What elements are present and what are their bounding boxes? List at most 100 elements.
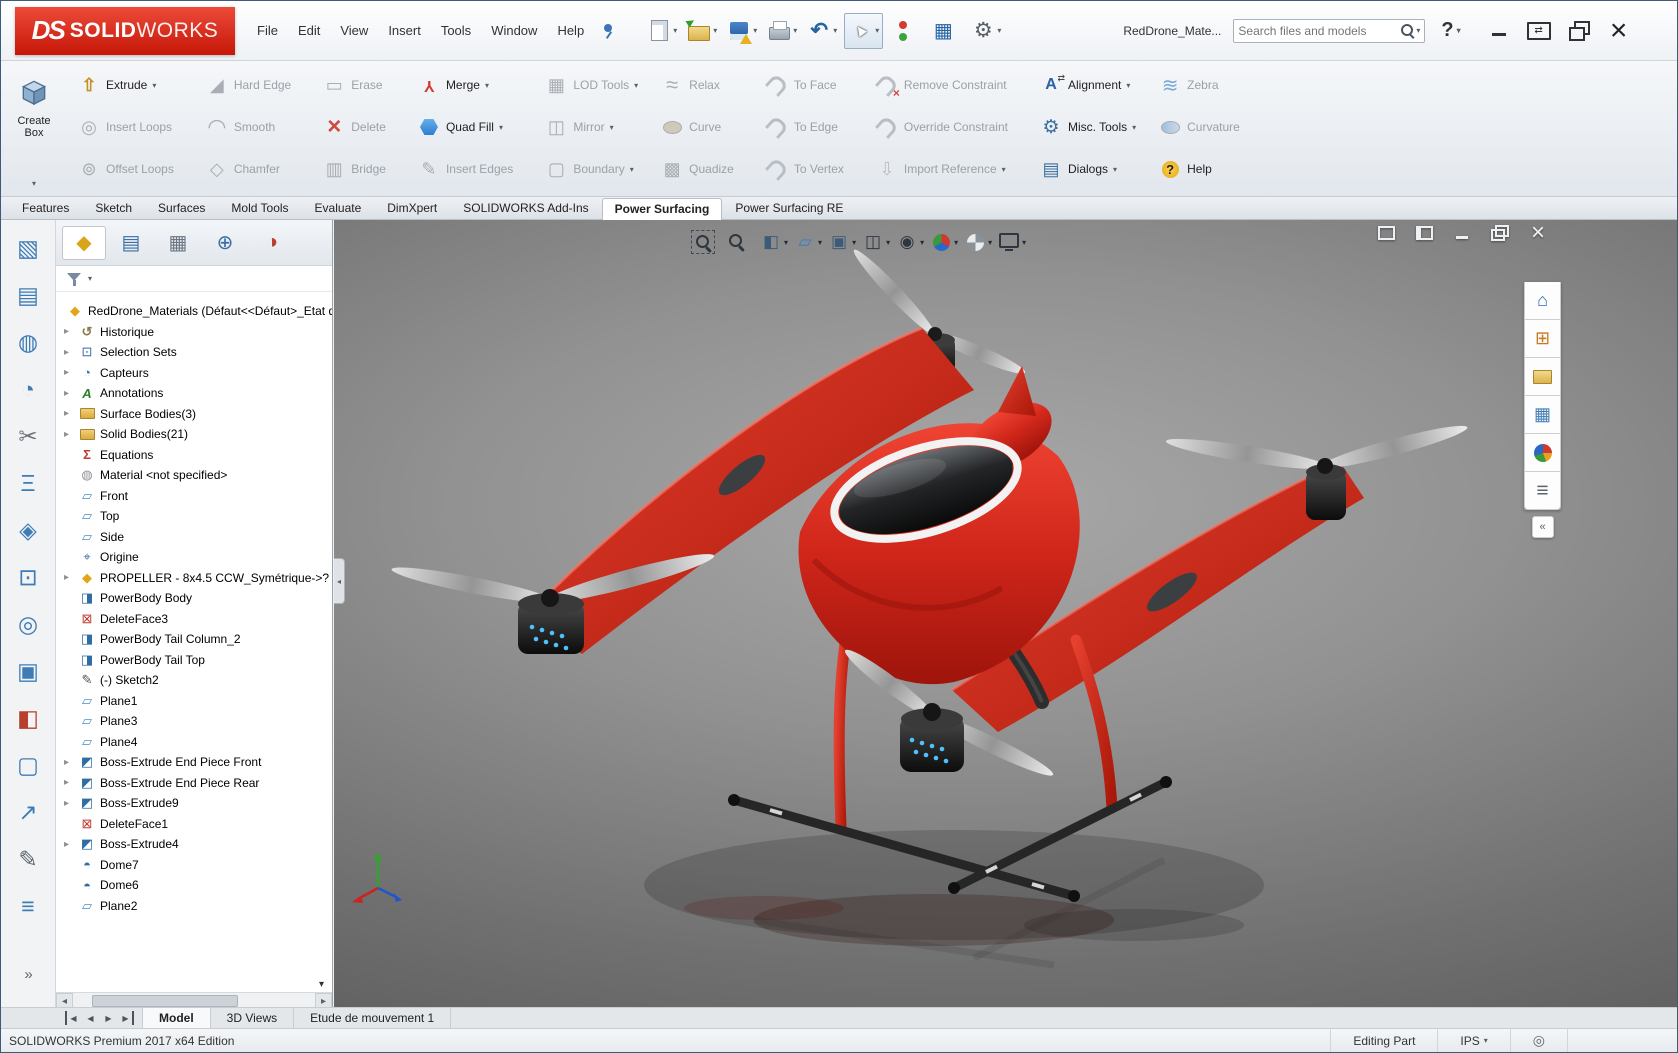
close-window-icon[interactable] xyxy=(1525,222,1551,244)
file-explorer-icon[interactable] xyxy=(1524,358,1561,396)
minimize-window-icon[interactable] xyxy=(1449,222,1475,244)
hud-button[interactable]: ▾ xyxy=(895,230,924,254)
left-tool-button[interactable] xyxy=(8,559,48,595)
hud-button[interactable]: ▾ xyxy=(963,230,992,254)
command-tab[interactable]: Power Surfacing RE xyxy=(722,197,856,219)
ribbon-button[interactable]: Chamfer ▾ xyxy=(199,150,306,188)
ribbon-button[interactable]: Hard Edge ▾ xyxy=(199,66,306,104)
design-library-icon[interactable] xyxy=(1524,320,1561,358)
tree-item[interactable]: ▸ Selection Sets xyxy=(56,342,332,363)
ribbon-button[interactable]: Offset Loops ▾ xyxy=(71,150,189,188)
left-tool-button[interactable] xyxy=(8,841,48,877)
search-icon[interactable] xyxy=(1400,23,1416,39)
command-tab[interactable]: Surfaces xyxy=(145,197,218,219)
left-tool-button[interactable] xyxy=(8,418,48,454)
tree-item[interactable]: ▸ Equations xyxy=(56,445,332,466)
left-tool-button[interactable] xyxy=(8,277,48,313)
hud-button[interactable]: ▾ xyxy=(997,230,1026,254)
dropdown-caret-icon[interactable]: ▾ xyxy=(1022,238,1026,247)
left-tool-button[interactable] xyxy=(8,794,48,830)
dropdown-caret-icon[interactable]: ▾ xyxy=(875,26,879,35)
tree-item[interactable]: ▸ Plane4 xyxy=(56,732,332,753)
create-box-caret-icon[interactable]: ▾ xyxy=(32,179,36,188)
quick-tool-button[interactable]: ▾ xyxy=(764,17,799,45)
hud-button[interactable]: ▾ xyxy=(827,230,856,254)
left-tool-button[interactable] xyxy=(8,465,48,501)
tree-root-item[interactable]: RedDrone_Materials (Défaut<<Défaut>_Etat… xyxy=(56,301,332,322)
feature-tree-filter[interactable]: ▾ xyxy=(56,266,332,292)
propertymanager-icon[interactable] xyxy=(109,226,153,260)
ribbon-button[interactable]: Import Reference ▾ xyxy=(869,150,1023,188)
ribbon-button[interactable]: Extrude ▾ xyxy=(71,66,189,104)
tree-item[interactable]: ▸ Plane2 xyxy=(56,896,332,917)
hud-button[interactable]: ▾ xyxy=(861,230,890,254)
dropdown-caret-icon[interactable]: ▾ xyxy=(920,238,924,247)
command-tab[interactable]: DimXpert xyxy=(374,197,450,219)
dropdown-caret-icon[interactable]: ▾ xyxy=(997,26,1001,35)
expand-arrow-icon[interactable]: ▸ xyxy=(64,388,78,399)
dropdown-caret-icon[interactable]: ▾ xyxy=(610,123,614,132)
search-input[interactable] xyxy=(1238,24,1400,38)
drone-model[interactable] xyxy=(334,220,1678,1009)
ribbon-button[interactable]: Curvature ▾ xyxy=(1152,108,1255,146)
left-tool-button[interactable] xyxy=(8,512,48,548)
dropdown-caret-icon[interactable]: ▾ xyxy=(988,238,992,247)
status-tag-icon[interactable] xyxy=(1533,1032,1545,1049)
restore-window-icon[interactable] xyxy=(1487,222,1513,244)
hud-button[interactable]: ▾ xyxy=(793,230,822,254)
document-tab[interactable]: Model xyxy=(142,1008,211,1028)
minimize-icon[interactable] xyxy=(1483,16,1515,46)
expand-arrow-icon[interactable]: ▸ xyxy=(64,798,78,809)
tree-item[interactable]: ▸ Dome6 xyxy=(56,875,332,896)
dropdown-caret-icon[interactable]: ▾ xyxy=(818,238,822,247)
hud-button[interactable]: ▾ xyxy=(691,230,720,254)
tree-item[interactable]: ▸ (-) Sketch2 xyxy=(56,670,332,691)
ribbon-button[interactable]: Mirror ▾ xyxy=(538,108,644,146)
ribbon-button[interactable]: Merge ▾ xyxy=(411,66,528,104)
ribbon-button[interactable]: Quadize ▾ xyxy=(654,150,749,188)
float-window-icon[interactable] xyxy=(1373,222,1399,244)
custom-properties-icon[interactable] xyxy=(1524,472,1561,510)
featuremanager-icon[interactable] xyxy=(62,226,106,260)
ribbon-button[interactable]: Remove Constraint ▾ xyxy=(869,66,1023,104)
dropdown-caret-icon[interactable]: ▾ xyxy=(713,26,717,35)
dropdown-caret-icon[interactable]: ▾ xyxy=(152,81,156,90)
dropdown-caret-icon[interactable]: ▾ xyxy=(784,238,788,247)
command-tab[interactable]: Sketch xyxy=(82,197,145,219)
expand-arrow-icon[interactable]: ▸ xyxy=(64,326,78,337)
left-tool-button[interactable] xyxy=(8,700,48,736)
help-dropdown-caret-icon[interactable]: ▾ xyxy=(1457,26,1461,35)
quick-tool-button[interactable]: ▾ xyxy=(644,17,679,45)
ribbon-button[interactable]: Smooth ▾ xyxy=(199,108,306,146)
tree-item[interactable]: ▸ PowerBody Body xyxy=(56,588,332,609)
ribbon-button[interactable]: Insert Loops ▾ xyxy=(71,108,189,146)
dropdown-caret-icon[interactable]: ▾ xyxy=(630,165,634,174)
dropdown-caret-icon[interactable]: ▾ xyxy=(833,26,837,35)
units-caret-icon[interactable]: ▾ xyxy=(1484,1036,1488,1045)
tree-item[interactable]: ▸ Top xyxy=(56,506,332,527)
quick-tool-button[interactable]: ▾ xyxy=(928,17,963,45)
ribbon-button[interactable]: Boundary ▾ xyxy=(538,150,644,188)
left-tool-button[interactable] xyxy=(8,324,48,360)
quick-tool-button[interactable]: ▾ xyxy=(804,17,839,45)
restore-icon[interactable] xyxy=(1563,16,1595,46)
hud-button[interactable]: ▾ xyxy=(759,230,788,254)
tree-item[interactable]: ▸ Plane1 xyxy=(56,691,332,712)
ribbon-button[interactable]: Erase ▾ xyxy=(316,66,401,104)
left-tool-button[interactable] xyxy=(8,606,48,642)
command-tab[interactable]: SOLIDWORKS Add-Ins xyxy=(450,197,601,219)
quick-tool-button[interactable]: ▾ xyxy=(724,17,759,45)
command-tab[interactable]: Features xyxy=(9,197,82,219)
dropdown-caret-icon[interactable]: ▾ xyxy=(499,123,503,132)
graphics-area[interactable]: ▾ ▾ ▾ ▾ ▾ xyxy=(334,220,1678,1009)
home-icon[interactable] xyxy=(1524,282,1561,320)
dimxpertmanager-icon[interactable] xyxy=(203,226,247,260)
search-dropdown-caret-icon[interactable]: ▾ xyxy=(1416,26,1420,35)
dropdown-caret-icon[interactable]: ▾ xyxy=(1113,165,1117,174)
ribbon-button[interactable]: Dialogs ▾ xyxy=(1033,150,1142,188)
dropdown-caret-icon[interactable]: ▾ xyxy=(793,26,797,35)
previous-icon[interactable] xyxy=(83,1011,98,1025)
tree-item[interactable]: ▸ PowerBody Tail Column_2 xyxy=(56,629,332,650)
propeller-right[interactable] xyxy=(1165,420,1470,520)
tree-item[interactable]: ▸ DeleteFace3 xyxy=(56,609,332,630)
